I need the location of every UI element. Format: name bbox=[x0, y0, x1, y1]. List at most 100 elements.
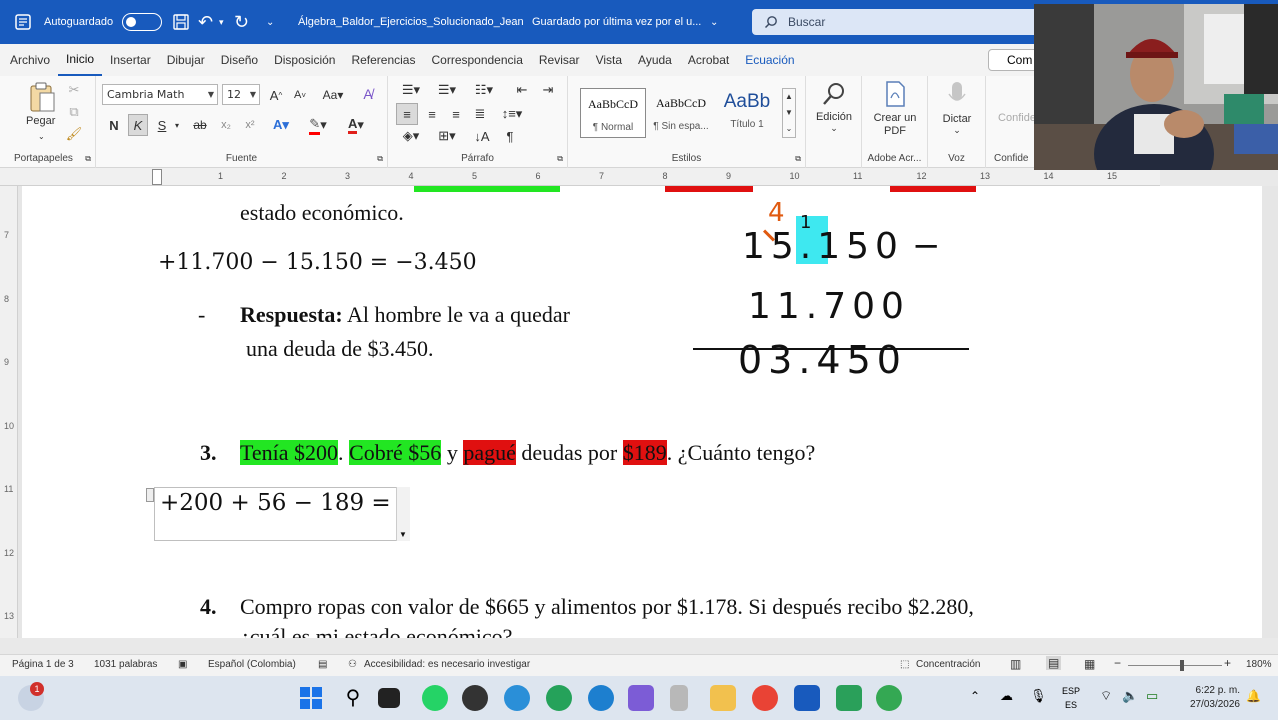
language-indicator[interactable]: ESP ES bbox=[1062, 684, 1080, 712]
tab-diseno[interactable]: Diseño bbox=[213, 45, 266, 75]
mic-tray-icon[interactable]: 🎙 bbox=[1030, 688, 1047, 704]
search-taskbar-icon[interactable]: ⚲ bbox=[340, 685, 366, 711]
text-effects-icon[interactable]: A▾ bbox=[268, 114, 294, 136]
styles-launcher-icon[interactable]: ⧉ bbox=[795, 154, 801, 164]
language[interactable]: Español (Colombia) bbox=[208, 659, 296, 670]
paste-button[interactable]: Pegar bbox=[26, 115, 55, 127]
focus-icon[interactable]: ⬚ bbox=[900, 659, 909, 670]
borders-icon[interactable]: ⊞▾ bbox=[432, 126, 462, 146]
tab-disposicion[interactable]: Disposición bbox=[266, 45, 343, 75]
numbering-icon[interactable]: ☰▾ bbox=[432, 80, 462, 100]
grow-font-icon[interactable]: A ^ bbox=[266, 85, 286, 105]
show-marks-icon[interactable]: ¶ bbox=[500, 126, 520, 146]
font-launcher-icon[interactable]: ⧉ bbox=[377, 154, 383, 164]
paste-dropdown-icon[interactable]: ⌄ bbox=[38, 132, 45, 141]
tab-acrobat[interactable]: Acrobat bbox=[680, 45, 737, 75]
word-taskbar-icon[interactable] bbox=[794, 685, 820, 711]
word-count[interactable]: 1031 palabras bbox=[94, 659, 157, 670]
superscript-button[interactable]: x² bbox=[240, 114, 260, 136]
chrome-icon[interactable] bbox=[752, 685, 778, 711]
copilot-icon[interactable] bbox=[628, 685, 654, 711]
underline-dropdown-icon[interactable]: ▾ bbox=[172, 114, 182, 136]
zoom-level[interactable]: 180% bbox=[1246, 659, 1272, 670]
dictate-button[interactable]: Dictar ⌄ bbox=[936, 80, 978, 136]
equation-options-dropdown[interactable]: ▼ bbox=[396, 487, 410, 541]
tab-ecuacion[interactable]: Ecuación bbox=[737, 45, 802, 75]
obs-icon[interactable] bbox=[462, 685, 488, 711]
vertical-ruler[interactable]: 7 8 9 10 11 12 13 bbox=[0, 186, 18, 638]
wifi-icon[interactable]: ⌔ bbox=[1100, 688, 1112, 704]
customize-qat-icon[interactable]: ⌄ bbox=[266, 0, 274, 44]
create-pdf-button[interactable]: Crear un PDF bbox=[868, 80, 922, 138]
tray-chevron-icon[interactable]: ⌃ bbox=[970, 689, 980, 703]
justify-icon[interactable]: ≣ bbox=[470, 103, 490, 125]
line-spacing-icon[interactable]: ↕≡▾ bbox=[496, 103, 528, 125]
edge-beta-icon[interactable] bbox=[588, 685, 614, 711]
decrease-indent-icon[interactable]: ⇤ bbox=[512, 80, 532, 100]
web-layout-icon[interactable]: ▦ bbox=[1084, 657, 1095, 671]
undo-dropdown-icon[interactable]: ▾ bbox=[219, 0, 224, 44]
bullets-icon[interactable]: ☰▾ bbox=[396, 80, 426, 100]
equation-1[interactable]: +11.700 − 15.150 = −3.450 bbox=[158, 250, 477, 275]
editing-button[interactable]: Edición ⌄ bbox=[814, 80, 854, 134]
style-heading1[interactable]: AaBb Título 1 bbox=[714, 88, 780, 138]
font-size-select[interactable]: 12 ▼ bbox=[222, 84, 260, 105]
align-left-icon[interactable]: ≡ bbox=[396, 103, 418, 125]
equation-handle[interactable] bbox=[146, 488, 154, 502]
accessibility-status[interactable]: Accesibilidad: es necesario investigar bbox=[364, 659, 530, 670]
title-dropdown-icon[interactable]: ⌄ bbox=[710, 0, 718, 44]
copy-icon[interactable]: ⧉ bbox=[66, 104, 82, 120]
paragraph-launcher-icon[interactable]: ⧉ bbox=[557, 154, 563, 164]
whatsapp-icon[interactable] bbox=[422, 685, 448, 711]
italic-button[interactable]: K bbox=[128, 114, 148, 136]
zoom-in-icon[interactable]: + bbox=[1224, 656, 1231, 670]
document-area[interactable]: estado económico. +11.700 − 15.150 = −3.… bbox=[18, 186, 1278, 638]
shading-icon[interactable]: ◈▾ bbox=[396, 126, 426, 146]
notifications-icon[interactable]: 🔔 bbox=[1246, 689, 1261, 703]
accessibility-icon[interactable]: ⚇ bbox=[348, 659, 357, 670]
paste-icon[interactable] bbox=[26, 80, 58, 114]
volume-icon[interactable]: 🔈 bbox=[1122, 688, 1138, 704]
style-normal[interactable]: AaBbCcD ¶ Normal bbox=[580, 88, 646, 138]
edge-dev-icon[interactable] bbox=[546, 685, 572, 711]
task-view-icon[interactable] bbox=[378, 688, 400, 708]
sort-icon[interactable]: ↓A bbox=[472, 126, 492, 146]
align-right-icon[interactable]: ≡ bbox=[446, 103, 466, 125]
focus-mode[interactable]: Concentración bbox=[916, 659, 980, 670]
tab-revisar[interactable]: Revisar bbox=[531, 45, 588, 75]
tab-archivo[interactable]: Archivo bbox=[2, 45, 58, 75]
chrome-profile-icon[interactable] bbox=[876, 685, 902, 711]
font-color-icon[interactable]: A ▾ bbox=[342, 114, 370, 136]
equation-2[interactable]: +200 + 56 − 189 = bbox=[160, 490, 391, 516]
redo-icon[interactable]: ↻ bbox=[234, 0, 249, 44]
align-center-icon[interactable]: ≡ bbox=[422, 103, 442, 125]
shrink-font-icon[interactable]: A ˅ bbox=[290, 85, 310, 105]
proofing-icon[interactable]: ▣ bbox=[178, 659, 187, 670]
macro-icon[interactable]: ▤ bbox=[318, 659, 327, 670]
bold-button[interactable]: N bbox=[104, 114, 124, 136]
horizontal-ruler[interactable]: 1 2 3 4 5 6 7 8 9 10 11 12 13 14 15 bbox=[0, 168, 1160, 186]
highlight-color-icon[interactable]: ✎ ▾ bbox=[304, 114, 332, 136]
zoom-slider[interactable] bbox=[1128, 665, 1222, 666]
search-input[interactable]: Buscar bbox=[752, 9, 1042, 35]
save-icon[interactable] bbox=[172, 0, 190, 44]
tab-ayuda[interactable]: Ayuda bbox=[630, 45, 680, 75]
file-explorer-icon[interactable] bbox=[710, 685, 736, 711]
subscript-button[interactable]: x₂ bbox=[216, 114, 236, 136]
clipboard-launcher-icon[interactable]: ⧉ bbox=[85, 154, 91, 164]
zoom-out-icon[interactable]: − bbox=[1114, 656, 1121, 670]
indent-marker[interactable] bbox=[152, 169, 162, 185]
tab-dibujar[interactable]: Dibujar bbox=[159, 45, 213, 75]
battery-icon[interactable]: ▭ bbox=[1146, 688, 1158, 704]
tab-inicio[interactable]: Inicio bbox=[58, 44, 103, 76]
document-page[interactable]: estado económico. +11.700 − 15.150 = −3.… bbox=[22, 186, 1262, 638]
tab-correspondencia[interactable]: Correspondencia bbox=[423, 45, 530, 75]
calculator-icon[interactable] bbox=[670, 685, 688, 711]
zoom-slider-thumb[interactable] bbox=[1180, 660, 1184, 671]
page-count[interactable]: Página 1 de 3 bbox=[12, 659, 74, 670]
font-family-select[interactable]: Cambria Math ▼ bbox=[102, 84, 218, 105]
clear-format-icon[interactable]: A̸ bbox=[358, 84, 378, 104]
autosave-toggle[interactable] bbox=[122, 0, 162, 44]
onedrive-icon[interactable]: ☁ bbox=[1000, 688, 1013, 704]
underline-button[interactable]: S bbox=[154, 114, 170, 136]
